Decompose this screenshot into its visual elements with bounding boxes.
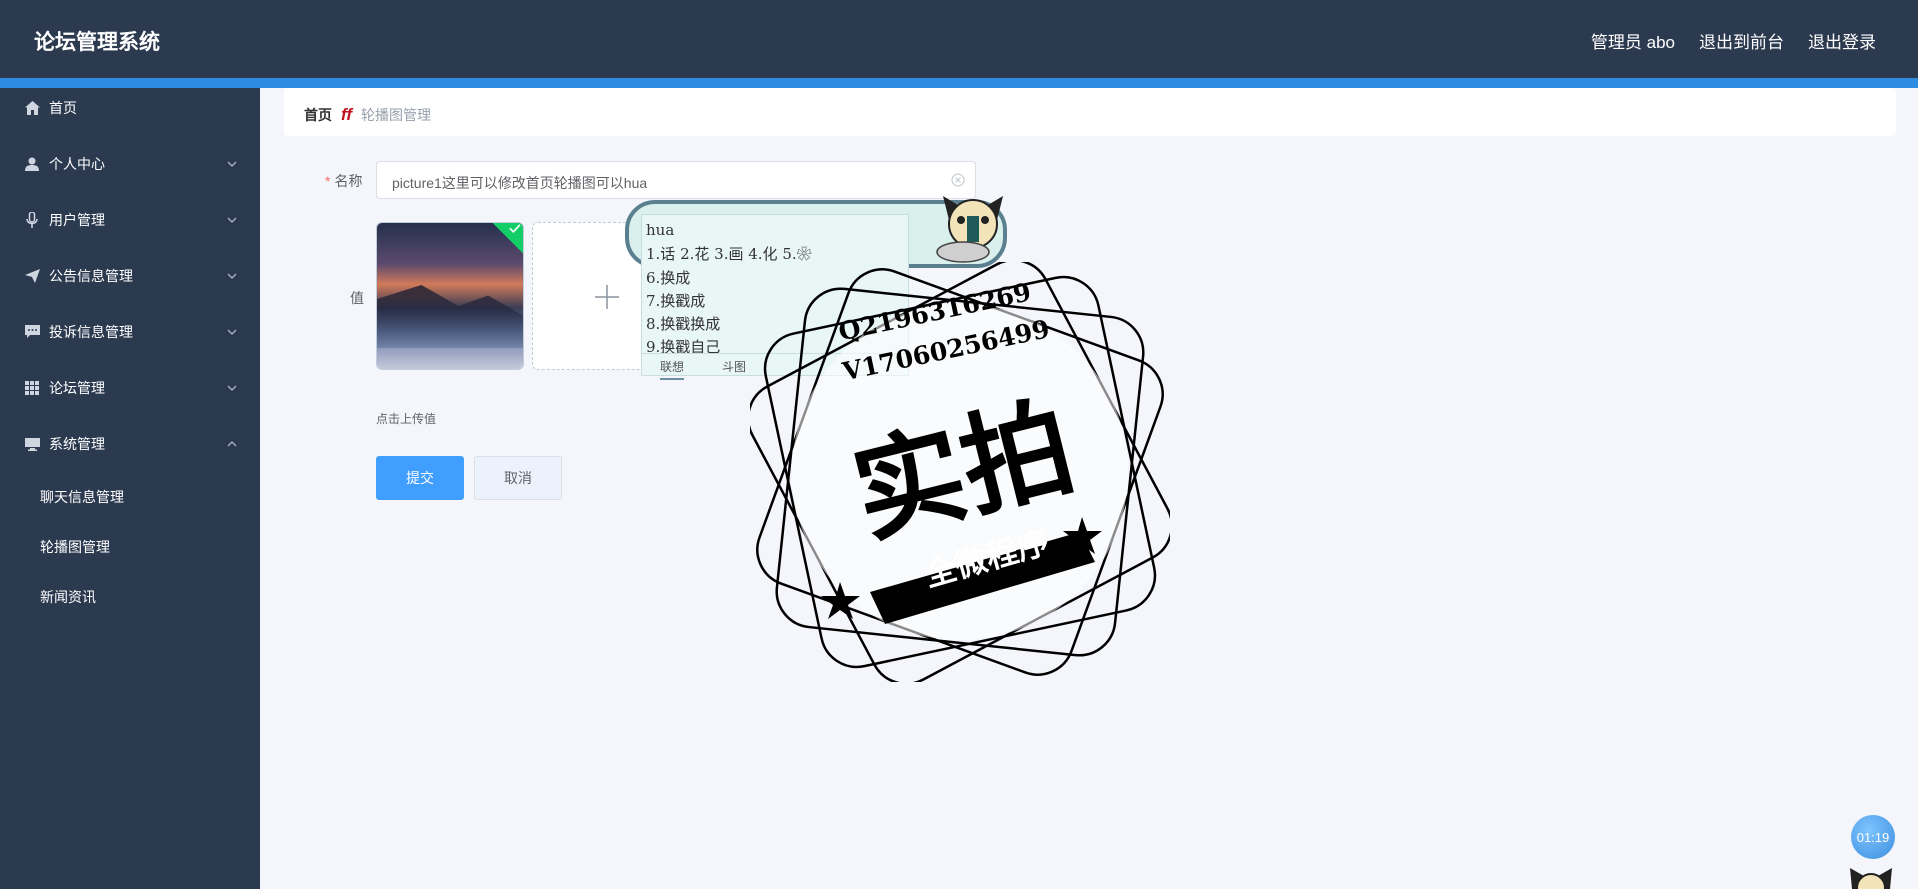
monitor-icon: [24, 436, 40, 452]
chevron-up-icon: [227, 441, 237, 447]
sidebar-item-users[interactable]: 用户管理: [0, 200, 260, 240]
breadcrumb-current: 轮播图管理: [361, 107, 432, 123]
required-star: *: [325, 173, 331, 189]
microphone-icon: [24, 212, 40, 228]
chevron-down-icon: [227, 273, 237, 279]
user-icon: [24, 156, 40, 172]
grid-icon: [24, 380, 40, 396]
recording-timer: 01:19: [1851, 815, 1895, 859]
chevron-down-icon: [227, 217, 237, 223]
app-title: 论坛管理系统: [34, 31, 160, 54]
header-accent-bar: [0, 78, 1918, 88]
cancel-button[interactable]: 取消: [474, 456, 562, 500]
submit-button[interactable]: 提交: [376, 456, 464, 500]
clear-icon[interactable]: [951, 173, 965, 187]
sidebar-item-notices[interactable]: 公告信息管理: [0, 256, 260, 296]
top-header: 论坛管理系统 管理员 abo 退出到前台 退出登录: [0, 0, 1918, 78]
chevron-down-icon: [227, 329, 237, 335]
sidebar: 首页 个人中心 用户管理 公告信息管理 投诉信息管理 论坛管理 系统管理 聊天信…: [0, 88, 260, 889]
sidebar-subitem-news[interactable]: 新闻资讯: [40, 587, 96, 607]
header-nav: 管理员 abo 退出到前台 退出登录: [1591, 28, 1876, 53]
name-label: * 名称: [325, 171, 362, 191]
logout-link[interactable]: 退出登录: [1808, 28, 1876, 53]
cat-mascot-icon: [1850, 868, 1892, 889]
home-icon: [24, 100, 40, 116]
sidebar-item-label: 用户管理: [49, 212, 105, 228]
sidebar-item-system[interactable]: 系统管理: [0, 424, 260, 464]
sidebar-subitem-carousel[interactable]: 轮播图管理: [40, 537, 110, 557]
exit-to-front-link[interactable]: 退出到前台: [1699, 28, 1784, 53]
ime-candidate[interactable]: 8.换戳换成: [646, 313, 720, 334]
breadcrumb-home[interactable]: 首页: [304, 105, 332, 125]
breadcrumb: 首页 ff 轮播图管理: [304, 105, 431, 125]
upload-hint: 点击上传值: [376, 412, 437, 426]
sidebar-item-label: 个人中心: [49, 156, 105, 172]
sidebar-item-home[interactable]: 首页: [0, 88, 260, 128]
ime-candidate[interactable]: 6.换成: [646, 267, 690, 288]
sidebar-item-complaints[interactable]: 投诉信息管理: [0, 312, 260, 352]
ime-pinyin: hua: [646, 221, 675, 239]
sidebar-item-label: 首页: [49, 100, 77, 116]
admin-user-link[interactable]: 管理员 abo: [1591, 28, 1675, 53]
ime-tab-doutu[interactable]: 斗图: [722, 358, 746, 375]
chevron-down-icon: [227, 161, 237, 167]
sidebar-item-forum[interactable]: 论坛管理: [0, 368, 260, 408]
name-input[interactable]: picture1这里可以修改首页轮播图可以hua: [376, 161, 976, 199]
ime-candidate[interactable]: 7.换戳成: [646, 290, 705, 311]
uploaded-image-thumbnail[interactable]: [376, 222, 524, 370]
sidebar-item-label: 系统管理: [49, 436, 105, 452]
plus-icon: [595, 285, 619, 309]
name-label-text: 名称: [334, 173, 363, 189]
chevron-down-icon: [227, 385, 237, 391]
sidebar-item-label: 投诉信息管理: [49, 324, 133, 340]
sidebar-item-label: 公告信息管理: [49, 268, 133, 284]
sidebar-subitem-chat[interactable]: 聊天信息管理: [40, 487, 124, 507]
sidebar-item-profile[interactable]: 个人中心: [0, 144, 260, 184]
ime-candidate-row[interactable]: 1.话 2.花 3.画 4.化 5.❀: [646, 243, 812, 264]
ime-tab-lianxiang[interactable]: 联想: [660, 358, 685, 380]
send-icon: [24, 268, 40, 284]
name-input-value[interactable]: picture1这里可以修改首页轮播图可以hua: [392, 173, 647, 193]
chat-icon: [24, 324, 40, 340]
cat-mascot-icon: [936, 196, 1003, 263]
sidebar-item-label: 论坛管理: [49, 380, 105, 396]
check-icon: [509, 224, 521, 233]
breadcrumb-separator-icon: ff: [341, 105, 353, 124]
value-label: 值: [350, 290, 364, 306]
breadcrumb-card: 首页 ff 轮播图管理: [284, 88, 1896, 136]
